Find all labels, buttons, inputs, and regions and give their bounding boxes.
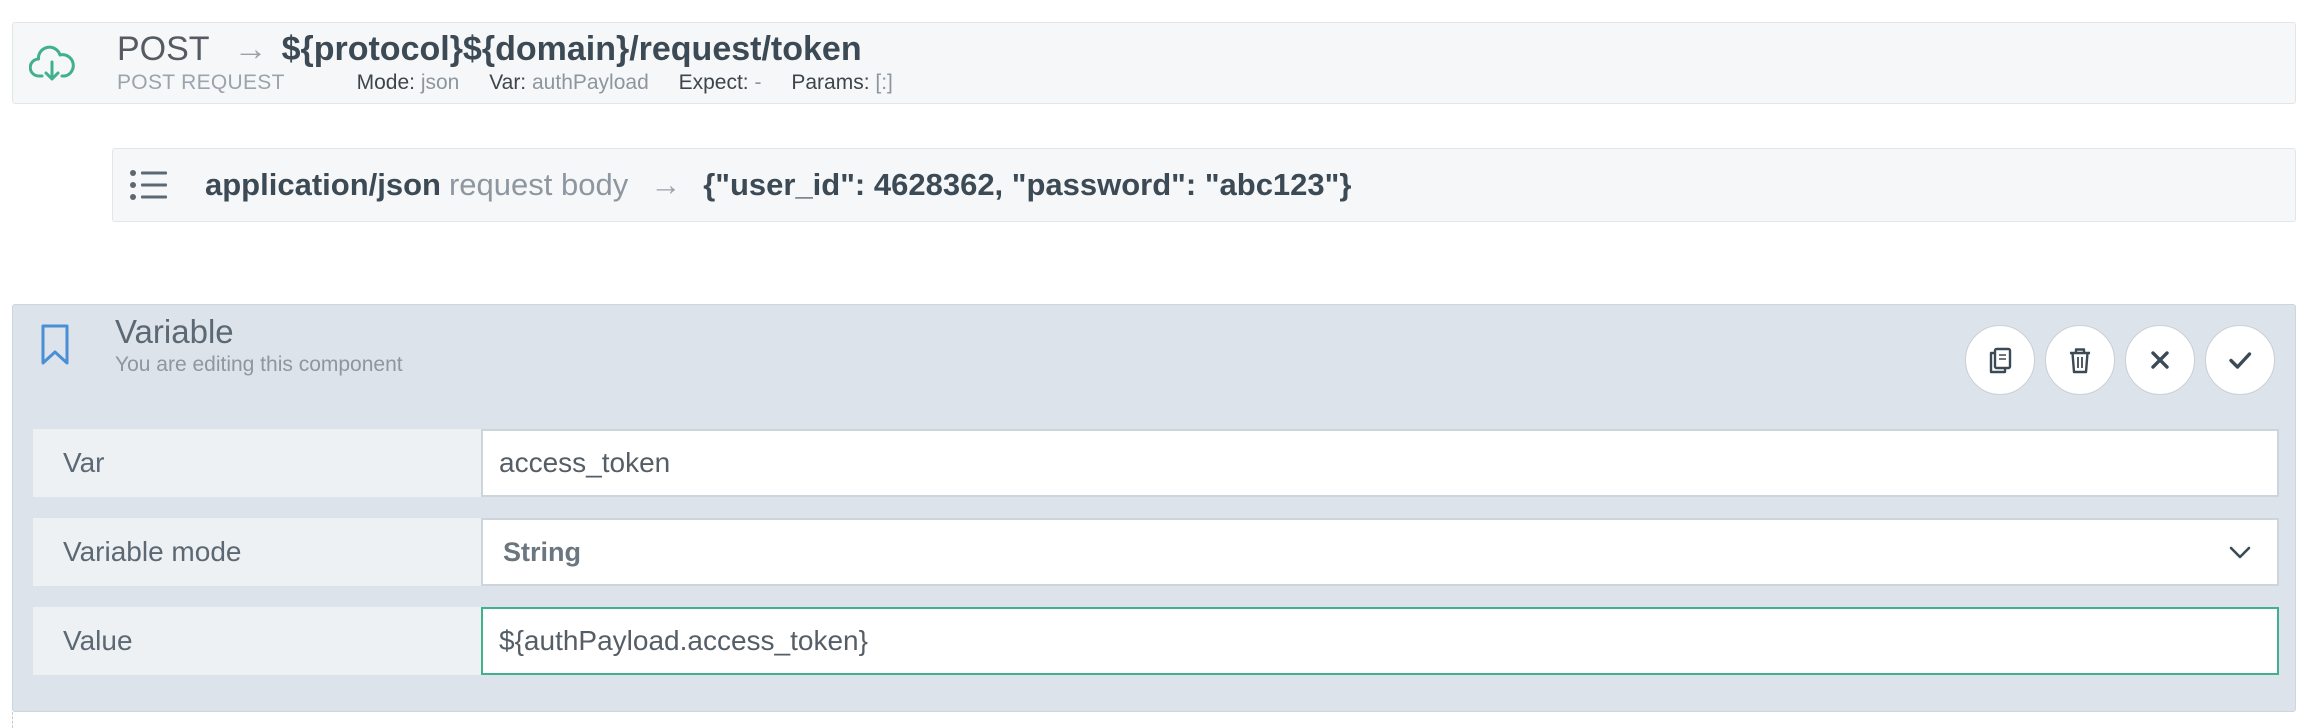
bookmark-icon — [41, 324, 69, 365]
check-icon — [2229, 352, 2252, 369]
params-meta: Params: [:] — [791, 71, 893, 94]
variable-mode-label: Variable mode — [33, 518, 481, 586]
variable-editor-panel: Variable You are editing this component — [12, 304, 2296, 712]
value-field-row: Value — [33, 607, 2279, 675]
var-input[interactable] — [481, 429, 2279, 497]
trash-icon — [2070, 348, 2090, 374]
variable-mode-select[interactable]: String — [481, 518, 2279, 586]
editor-subtitle: You are editing this component — [115, 353, 403, 376]
request-body-line: application/json request body → {"user_id":… — [205, 167, 1351, 203]
editor-title: Variable — [115, 313, 234, 350]
list-icon — [130, 170, 167, 200]
confirm-button[interactable] — [2205, 325, 2275, 395]
request-body-step[interactable]: application/json request body → {"user_id":… — [112, 148, 2296, 222]
post-step-title: POST → ${protocol}${domain}/request/token — [117, 29, 862, 69]
connector-line — [12, 712, 13, 728]
variable-mode-field-row: Variable mode String — [33, 518, 2279, 586]
cloud-download-icon — [29, 45, 75, 81]
content-type: application/json — [205, 167, 441, 202]
post-step-meta: POST REQUEST Mode: json Var: authPayload… — [117, 71, 917, 95]
expect-meta: Expect: - — [678, 71, 762, 94]
copy-icon — [1989, 347, 2012, 374]
cancel-button[interactable] — [2125, 325, 2195, 395]
copy-button[interactable] — [1965, 325, 2035, 395]
var-field-row: Var — [33, 429, 2279, 497]
value-input[interactable] — [481, 607, 2279, 675]
http-method: POST — [117, 30, 210, 68]
delete-button[interactable] — [2045, 325, 2115, 395]
variable-mode-selected: String — [503, 537, 581, 567]
var-label: Var — [33, 429, 481, 497]
value-label: Value — [33, 607, 481, 675]
arrow-right-icon: → — [650, 167, 682, 202]
step-type-label: POST REQUEST — [117, 71, 285, 94]
chevron-down-icon — [2229, 546, 2251, 559]
post-request-step[interactable]: POST → ${protocol}${domain}/request/token … — [12, 22, 2296, 104]
var-meta: Var: authPayload — [489, 71, 649, 94]
mode-meta: Mode: json — [356, 71, 460, 94]
request-body-json: {"user_id": 4628362, "password": "abc123… — [703, 167, 1352, 202]
request-url: ${protocol}${domain}/request/token — [281, 30, 862, 68]
body-description: request body — [448, 167, 629, 202]
editor-actions — [1965, 325, 2275, 395]
close-icon — [2151, 351, 2169, 369]
arrow-right-icon: → — [233, 30, 268, 68]
